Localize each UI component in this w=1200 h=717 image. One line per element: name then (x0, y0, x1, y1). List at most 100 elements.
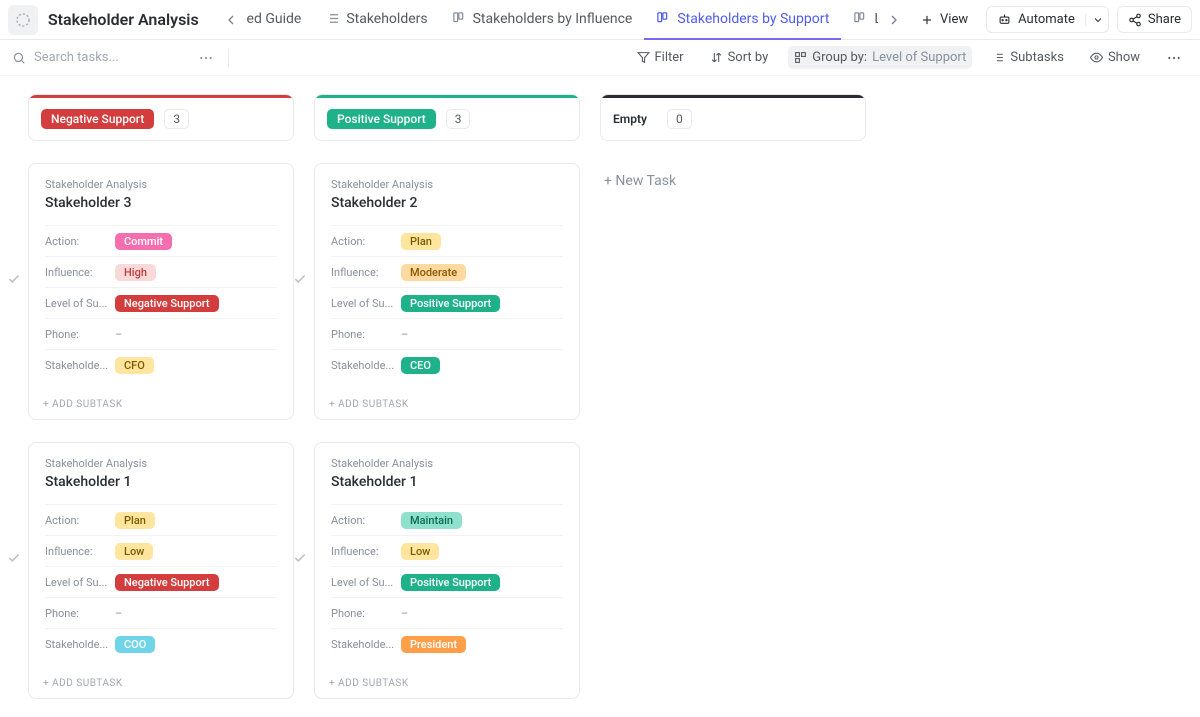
tab-by-support[interactable]: Stakeholders by Support (644, 0, 841, 40)
board-icon (853, 11, 868, 26)
tab-guide[interactable]: ed Guide (247, 0, 314, 40)
show-button[interactable]: Show (1084, 46, 1146, 69)
toolbar: Filter Sort by Group by: Level of Suppor… (0, 40, 1200, 76)
show-label: Show (1108, 50, 1140, 65)
toolbar-right: Filter Sort by Group by: Level of Suppor… (631, 46, 1189, 70)
role-tag: CFO (115, 357, 154, 374)
add-view-button[interactable]: View (910, 7, 978, 32)
header-actions: View Automate Share (910, 6, 1192, 33)
column-title-pill: Negative Support (41, 109, 154, 129)
top-header: Stakeholder Analysis ed Guide Stakeholde… (0, 0, 1200, 40)
robot-icon (997, 12, 1012, 27)
nav-next-button[interactable] (882, 8, 906, 32)
tab-label: Stakeholders (346, 11, 427, 27)
task-card[interactable]: Stakeholder AnalysisStakeholder 1Action:… (28, 442, 294, 699)
field-label: Phone: (331, 607, 401, 620)
field-label: Phone: (45, 328, 115, 341)
check-icon (293, 272, 307, 286)
automate-button[interactable]: Automate (986, 6, 1109, 33)
tabs: ed Guide Stakeholders Stakeholders by In… (247, 0, 879, 40)
task-card[interactable]: Stakeholder AnalysisStakeholder 2Action:… (314, 163, 580, 420)
search-input[interactable] (34, 50, 174, 65)
field-label: Action: (45, 514, 115, 527)
card-breadcrumb: Stakeholder Analysis (331, 457, 563, 470)
field-label: Level of Su... (331, 297, 401, 310)
check-icon (7, 272, 21, 286)
column-header: Negative Support 3 (28, 94, 294, 141)
field-label: Influence: (331, 266, 401, 279)
add-subtask-button[interactable]: + ADD SUBTASK (29, 669, 293, 698)
support-tag: Positive Support (401, 574, 500, 591)
column-title-pill: Positive Support (327, 109, 436, 129)
board-column: Empty0 + New Task (600, 94, 866, 199)
influence-tag: Moderate (401, 264, 466, 281)
board-icon (452, 11, 467, 26)
support-tag: Negative Support (115, 574, 219, 591)
column-header: Empty0 (600, 94, 866, 141)
field-label: Influence: (331, 545, 401, 558)
action-tag: Plan (401, 233, 441, 250)
phone-value: – (401, 607, 408, 620)
group-value: Level of Support (872, 50, 966, 65)
board-column: Negative Support3Stakeholder AnalysisSta… (28, 94, 294, 699)
automate-label: Automate (1018, 12, 1075, 27)
action-tag: Commit (115, 233, 172, 250)
card-title: Stakeholder 3 (45, 195, 277, 211)
tab-label: Stakeholders by Support (677, 11, 829, 27)
search-more-button[interactable] (194, 46, 218, 70)
subtasks-button[interactable]: Subtasks (986, 46, 1070, 69)
check-icon (293, 551, 307, 565)
add-subtask-button[interactable]: + ADD SUBTASK (315, 669, 579, 698)
task-card[interactable]: Stakeholder AnalysisStakeholder 3Action:… (28, 163, 294, 420)
column-count: 3 (164, 109, 189, 129)
board-icon (656, 11, 671, 26)
sort-button[interactable]: Sort by (704, 46, 775, 69)
add-subtask-button[interactable]: + ADD SUBTASK (29, 390, 293, 419)
influence-tag: High (115, 264, 156, 281)
list-icon (325, 11, 340, 26)
search-icon (12, 51, 26, 65)
share-label: Share (1148, 12, 1181, 27)
tab-label: ed Guide (247, 11, 302, 27)
field-label: Level of Su... (45, 297, 115, 310)
toolbar-more-button[interactable] (1160, 46, 1188, 70)
task-card[interactable]: Stakeholder Analysis Stakeholder 1 Action:… (314, 442, 580, 699)
field-label: Influence: (45, 266, 115, 279)
page-title: Stakeholder Analysis (48, 10, 199, 29)
group-label: Group by: (812, 50, 867, 65)
group-by-button[interactable]: Group by: Level of Support (788, 46, 972, 69)
board-column: Positive Support3Stakeholder AnalysisSta… (314, 94, 580, 699)
nav-prev-button[interactable] (219, 8, 243, 32)
sort-label: Sort by (728, 50, 769, 65)
role-tag: CEO (401, 357, 440, 374)
support-tag: Positive Support (401, 295, 500, 312)
field-label: Action: (45, 235, 115, 248)
share-icon (1128, 13, 1142, 27)
card-title: Stakeholder 1 (331, 474, 563, 490)
phone-value: – (115, 607, 122, 620)
field-label: Phone: (45, 607, 115, 620)
check-icon (7, 551, 21, 565)
new-task-button[interactable]: + New Task (600, 163, 866, 199)
field-label: Stakeholde... (45, 638, 115, 651)
card-title: Stakeholder 1 (45, 474, 277, 490)
tab-stakeholders[interactable]: Stakeholders (313, 0, 439, 40)
filter-label: Filter (655, 50, 684, 65)
chevron-down-icon[interactable] (1085, 14, 1104, 26)
share-button[interactable]: Share (1117, 6, 1192, 33)
filter-button[interactable]: Filter (631, 46, 690, 69)
tab-by-influence[interactable]: Stakeholders by Influence (440, 0, 645, 40)
app-icon (8, 5, 38, 35)
field-label: Level of Su... (45, 576, 115, 589)
action-tag: Maintain (401, 512, 462, 529)
field-label: Level of Su... (331, 576, 401, 589)
subtasks-label: Subtasks (1010, 50, 1064, 65)
field-label: Action: (331, 514, 401, 527)
divider (228, 49, 229, 67)
field-label: Stakeholde... (331, 638, 401, 651)
action-tag: Plan (115, 512, 155, 529)
add-subtask-button[interactable]: + ADD SUBTASK (315, 390, 579, 419)
tab-overflow[interactable]: L (841, 0, 878, 40)
influence-tag: Low (115, 543, 153, 560)
field-label: Stakeholde... (45, 359, 115, 372)
